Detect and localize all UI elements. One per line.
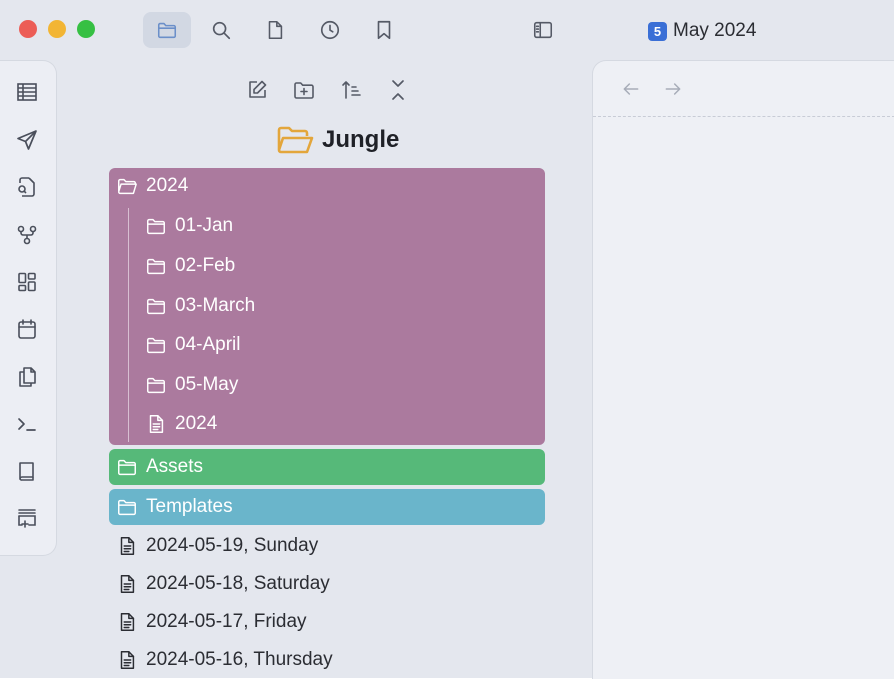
new-note-icon <box>249 80 267 98</box>
folder-label: 05-May <box>175 374 239 395</box>
file-item[interactable]: 2024-05-18, Saturday <box>116 566 330 602</box>
terminal-icon <box>18 418 36 431</box>
open-folder-icon <box>277 126 314 154</box>
folder-label: 2024 <box>146 175 189 196</box>
file-text-icon <box>120 537 135 555</box>
ribbon-dashboard-button[interactable] <box>14 269 40 295</box>
file-item-2024[interactable]: 2024 <box>145 406 217 442</box>
tab-search[interactable] <box>197 12 245 48</box>
file-text-icon <box>149 415 164 433</box>
folder-label: 03-March <box>175 295 256 316</box>
sort-icon <box>342 81 361 99</box>
folder-icon <box>147 258 165 275</box>
vault-name: Jungle <box>322 126 400 153</box>
arrow-left-icon <box>623 83 639 95</box>
editor-pane[interactable] <box>592 60 894 679</box>
folder-item-03-march[interactable]: 03-March <box>145 288 255 324</box>
indent-guide <box>128 208 129 442</box>
dashboard-icon <box>18 272 36 292</box>
git-fork-icon <box>17 225 37 245</box>
forward-button[interactable] <box>661 77 685 101</box>
folder-label: 02-Feb <box>175 255 236 276</box>
file-item[interactable]: 2024-05-17, Friday <box>116 604 307 640</box>
collapse-icon <box>392 80 404 100</box>
folder-item-2024[interactable]: 2024 <box>116 168 188 204</box>
book-icon <box>19 462 34 481</box>
ribbon-graph-button[interactable] <box>14 222 40 248</box>
new-tab-icon <box>18 509 36 528</box>
folder-item-04-april[interactable]: 04-April <box>145 327 240 363</box>
tab-file[interactable] <box>251 12 299 48</box>
app-window: 5 May 2024 Jungle 2024 01-Jan 02-Feb 03-… <box>0 0 894 679</box>
ribbon-terminal-button[interactable] <box>14 411 40 437</box>
folder-label: Templates <box>146 496 233 517</box>
zoom-window-button[interactable] <box>77 20 95 38</box>
folder-label: 01-Jan <box>175 215 234 236</box>
ribbon-file-search-button[interactable] <box>14 174 40 200</box>
ribbon-calendar-button[interactable] <box>14 316 40 342</box>
calendar-icon <box>18 319 36 339</box>
file-label: 2024-05-19, Sunday <box>146 535 319 556</box>
table-icon <box>17 83 37 101</box>
ribbon-send-button[interactable] <box>14 127 40 153</box>
new-folder-button[interactable] <box>290 76 318 104</box>
back-button[interactable] <box>619 77 643 101</box>
folder-label: 04-April <box>175 334 241 355</box>
sidebar-toggle-icon <box>533 21 553 39</box>
file-text-icon <box>120 651 135 669</box>
ribbon-new-tab-button[interactable] <box>14 505 40 531</box>
send-icon <box>17 130 37 150</box>
folder-icon <box>118 499 136 516</box>
folder-item-01-jan[interactable]: 01-Jan <box>145 208 233 244</box>
collapse-all-button[interactable] <box>384 76 412 104</box>
search-icon <box>212 21 231 40</box>
file-search-icon <box>18 177 35 197</box>
file-item[interactable]: 2024-05-19, Sunday <box>116 528 318 564</box>
file-label: 2024-05-18, Saturday <box>146 573 330 594</box>
clock-icon <box>320 20 340 40</box>
folder-icon <box>157 22 177 39</box>
tab-bookmarks[interactable] <box>360 12 408 48</box>
folder-label: Assets <box>146 456 204 477</box>
tab-recent[interactable] <box>306 12 354 48</box>
title-text: May 2024 <box>673 20 757 41</box>
tab-files[interactable] <box>143 12 191 48</box>
sidebar-toggle-button[interactable] <box>519 12 567 48</box>
file-label: 2024-05-16, Thursday <box>146 649 333 670</box>
copy-icon <box>19 367 36 387</box>
ribbon-copy-button[interactable] <box>14 364 40 390</box>
file-text-icon <box>120 613 135 631</box>
file-item[interactable]: 2024-05-16, Thursday <box>116 642 333 678</box>
folder-icon <box>147 218 165 235</box>
folder-icon <box>118 459 136 476</box>
folder-item-assets[interactable]: Assets <box>116 449 203 485</box>
vault-header[interactable]: Jungle <box>276 122 399 158</box>
file-text-icon <box>120 575 135 593</box>
new-folder-icon <box>294 82 314 99</box>
header-divider <box>593 116 894 117</box>
file-icon <box>268 20 283 40</box>
arrow-right-icon <box>665 83 681 95</box>
folder-icon <box>147 377 165 394</box>
folder-item-05-may[interactable]: 05-May <box>145 367 238 403</box>
title-number-badge: 5 <box>648 21 667 41</box>
open-folder-icon <box>118 178 137 195</box>
file-label: 2024-05-17, Friday <box>146 611 307 632</box>
close-window-button[interactable] <box>19 20 37 38</box>
window-title: 5 May 2024 <box>648 20 756 42</box>
folder-item-templates[interactable]: Templates <box>116 489 233 525</box>
folder-icon <box>147 298 165 315</box>
ribbon-table-button[interactable] <box>14 79 40 105</box>
folder-item-02-feb[interactable]: 02-Feb <box>145 248 235 284</box>
file-label: 2024 <box>175 413 218 434</box>
sort-button[interactable] <box>337 76 365 104</box>
ribbon <box>0 60 57 556</box>
minimize-window-button[interactable] <box>48 20 66 38</box>
bookmark-icon <box>377 20 391 40</box>
folder-icon <box>147 337 165 354</box>
new-note-button[interactable] <box>243 76 271 104</box>
ribbon-book-button[interactable] <box>14 458 40 484</box>
